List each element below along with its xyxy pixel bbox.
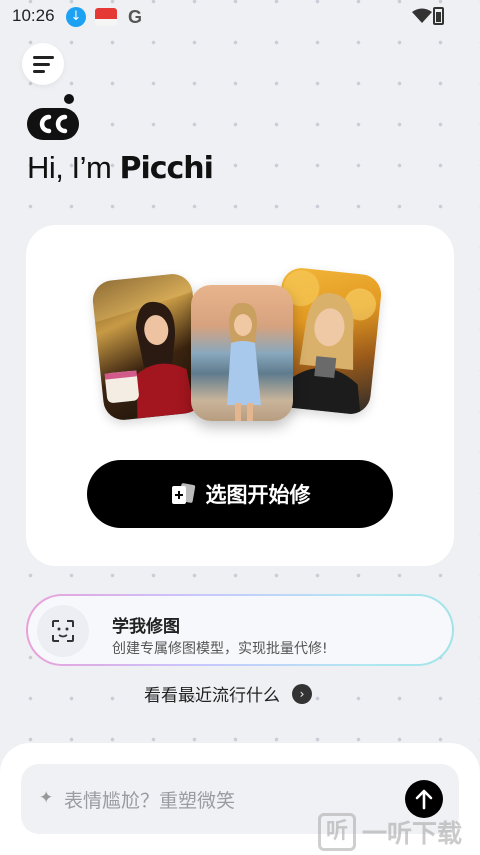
battery-icon — [433, 7, 444, 25]
learn-my-editing-card[interactable]: 学我修图 创建专属修图模型，实现批量代修! — [26, 594, 454, 666]
learn-card-inner: 学我修图 创建专属修图模型，实现批量代修! — [28, 596, 452, 664]
beach-photo — [191, 285, 293, 421]
main-card: 选图开始修 — [26, 225, 454, 566]
greeting: Hi, I’m Picchi — [27, 150, 214, 186]
start-editing-button[interactable]: 选图开始修 — [87, 460, 393, 528]
prompt-placeholder: 表情尴尬？重塑微笑 — [64, 790, 236, 812]
watermark-logo: 听 — [318, 813, 356, 851]
wifi-icon — [412, 8, 432, 23]
chevron-right-icon: › — [292, 683, 312, 704]
menu-button[interactable] — [22, 43, 64, 85]
learn-card-title: 学我修图 — [112, 617, 180, 637]
watermark: 听 一听下载 — [312, 809, 480, 855]
trending-link[interactable]: 看看最近流行什么 › — [144, 681, 312, 706]
hamburger-menu-icon — [33, 56, 54, 59]
app-icon — [95, 8, 117, 26]
start-editing-label: 选图开始修 — [205, 483, 311, 507]
add-photo-icon — [171, 483, 195, 504]
hamburger-line — [33, 70, 45, 73]
birthday-photo — [90, 272, 206, 422]
trending-label: 看看最近流行什么 — [144, 686, 280, 706]
download-icon: ↓ — [66, 7, 86, 27]
sparkle-icon: ✦ — [39, 788, 54, 808]
status-bar: 10:26 ↓ G — [0, 0, 480, 34]
status-time: 10:26 — [12, 6, 55, 25]
google-icon: G — [127, 7, 142, 27]
learn-card-subtitle: 创建专属修图模型，实现批量代修! — [112, 641, 328, 657]
face-scan-icon — [37, 605, 89, 657]
greeting-prefix: Hi, I’m — [27, 150, 112, 185]
hamburger-line — [33, 63, 50, 66]
app-logo — [27, 94, 79, 140]
brand-name: Picchi — [119, 151, 213, 186]
watermark-text: 一听下载 — [362, 819, 463, 848]
